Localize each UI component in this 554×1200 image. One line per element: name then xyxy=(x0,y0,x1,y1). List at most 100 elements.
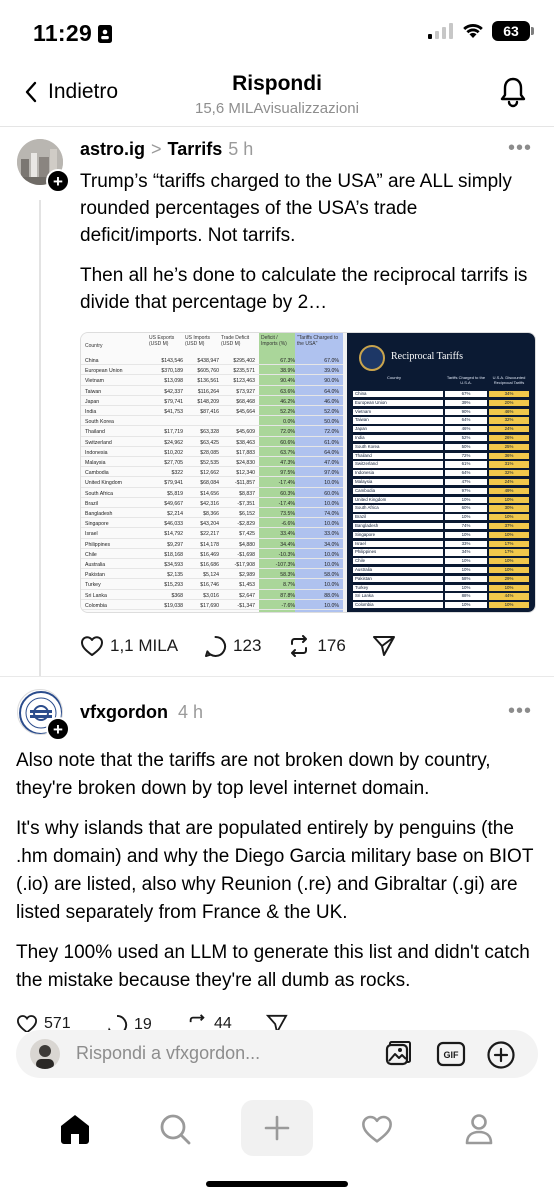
rt-cell: 60% xyxy=(445,505,487,512)
table-cell: 50.0% xyxy=(324,419,339,426)
tab-activity[interactable] xyxy=(354,1106,400,1152)
table-cell: $45,664 xyxy=(236,409,255,415)
rt-cell: 24% xyxy=(489,479,529,486)
table-row: Philippines $9,297 $14,178 $4,880 34.4% 34.0% xyxy=(81,541,343,549)
share-button[interactable] xyxy=(372,635,396,657)
table-cell: $14,178 xyxy=(200,541,219,548)
heart-icon xyxy=(16,1015,38,1032)
table-cell: 39.0% xyxy=(324,368,339,375)
rt-cell: 33% xyxy=(445,540,487,547)
tab-home[interactable] xyxy=(52,1106,98,1152)
post-paragraph: Trump’s “tariffs charged to the USA” are… xyxy=(80,171,512,246)
table-cell: 58.3% xyxy=(280,572,295,579)
comment-icon xyxy=(205,635,227,657)
tab-search[interactable] xyxy=(152,1106,198,1152)
rt-row: Taiwan 64% 32% xyxy=(353,417,529,424)
table-cell: $16,746 xyxy=(200,582,219,589)
follow-button[interactable]: + xyxy=(46,717,70,741)
rt-cell: Singapore xyxy=(353,531,443,538)
rt-cell: 34% xyxy=(489,391,529,398)
id-card-icon xyxy=(98,24,113,43)
rt-cell: Colombia xyxy=(353,602,443,609)
rt-cell: South Korea xyxy=(353,443,443,450)
table-cell: $136,561 xyxy=(197,378,219,385)
rt-row: Israel 33% 17% xyxy=(353,540,529,548)
table-cell: $235,571 xyxy=(233,368,255,375)
table-cell: $9,297 xyxy=(167,541,183,548)
battery-icon: 63 xyxy=(492,21,534,41)
table-cell: $22,217 xyxy=(200,531,219,538)
table-cell: $16,686 xyxy=(200,562,219,568)
table-cell: $295,402 xyxy=(233,358,255,364)
comment-button[interactable]: 123 xyxy=(204,635,261,658)
rt-row: Switzerland 61% 31% xyxy=(353,461,529,468)
table-cell: 61.0% xyxy=(324,439,339,446)
table-cell: $24,962 xyxy=(164,439,183,446)
more-options-button[interactable]: ••• xyxy=(508,700,532,723)
rt-title: Reciprocal Tariffs xyxy=(391,351,463,362)
rt-cell: Switzerland xyxy=(353,461,443,468)
add-button[interactable] xyxy=(486,1040,516,1075)
plus-icon xyxy=(264,1115,290,1141)
table-header: Deficit / Imports (%) xyxy=(261,335,287,347)
reply-input[interactable]: Rispondi a vfxgordon... xyxy=(76,1043,260,1064)
clock: 11:29 xyxy=(33,20,93,46)
divider xyxy=(0,676,554,677)
gif-button[interactable]: GIF xyxy=(436,1040,466,1073)
table-row: Chile $18,168 $16,469 -$1,698 -10.3% 10.0% xyxy=(81,551,343,559)
more-options-button[interactable]: ••• xyxy=(508,137,532,160)
post-actions: 1,1 MILA 123 176 xyxy=(80,632,422,660)
table-cell: Japan xyxy=(85,398,100,405)
table-cell: $17,883 xyxy=(236,449,255,456)
rt-row: Turkey 10% 10% xyxy=(353,584,529,592)
notifications-button[interactable] xyxy=(498,76,528,113)
topic-tag[interactable]: Tarrifs xyxy=(168,139,223,160)
table-row: European Union $370,189 $605,760 $235,571 38… xyxy=(81,367,343,376)
post-image[interactable]: Country US Exports (USD M) US Imports (U… xyxy=(80,332,536,613)
username[interactable]: astro.ig xyxy=(80,139,145,160)
table-cell: 58.0% xyxy=(324,572,339,579)
table-cell: 47.3% xyxy=(280,460,295,466)
table-cell: 52.0% xyxy=(324,409,339,415)
table-cell: -10.3% xyxy=(278,551,295,558)
view-count: 15,6 MILAvisualizzazioni xyxy=(195,100,359,117)
rt-cell: Japan xyxy=(353,426,443,433)
rt-cell: 58% xyxy=(445,575,487,582)
rt-cell: Chile xyxy=(353,558,443,565)
heart-icon xyxy=(362,1115,392,1143)
table-cell: $52,535 xyxy=(200,460,219,466)
table-cell: $605,760 xyxy=(197,368,219,375)
table-cell: 63.7% xyxy=(280,449,295,456)
table-cell: $143,546 xyxy=(161,358,183,364)
timestamp: 4 h xyxy=(178,702,204,722)
tab-create[interactable] xyxy=(241,1100,313,1156)
rt-cell: 26% xyxy=(489,435,529,442)
attach-image-button[interactable] xyxy=(384,1040,412,1073)
rt-cell: 74% xyxy=(445,523,487,530)
table-row: Vietnam $13,098 $136,561 $123,463 90.4% 90.0% xyxy=(81,377,343,386)
like-button[interactable]: 1,1 MILA xyxy=(80,635,178,657)
rt-cell: Philippines xyxy=(353,549,443,556)
table-cell: $14,656 xyxy=(200,490,219,497)
post-body: Trump’s “tariffs charged to the USA” are… xyxy=(80,168,530,329)
status-time: 11:29 xyxy=(33,20,113,47)
repost-button[interactable]: 176 xyxy=(287,635,346,657)
table-cell: $123,463 xyxy=(233,378,255,385)
table-cell: 90.0% xyxy=(324,378,339,385)
table-cell: Thailand xyxy=(85,429,105,436)
username[interactable]: vfxgordon xyxy=(80,702,168,723)
table-cell: -$17,908 xyxy=(234,562,255,568)
rt-row: Singapore 10% 10% xyxy=(353,531,529,539)
reply-composer[interactable]: Rispondi a vfxgordon... GIF xyxy=(16,1030,538,1078)
presidential-seal-icon xyxy=(359,345,385,371)
table-cell: South Africa xyxy=(85,490,113,497)
rt-cell: 39% xyxy=(445,399,487,406)
table-cell: -6.6% xyxy=(281,521,295,528)
table-cell: 33.0% xyxy=(324,531,339,538)
table-cell: 67.3% xyxy=(280,358,295,364)
follow-button[interactable]: + xyxy=(46,169,70,193)
page-title: Rispondi xyxy=(232,72,322,95)
rt-row: Thailand 72% 36% xyxy=(353,452,529,460)
tab-profile[interactable] xyxy=(456,1106,502,1152)
table-cell: $5,819 xyxy=(167,490,183,497)
